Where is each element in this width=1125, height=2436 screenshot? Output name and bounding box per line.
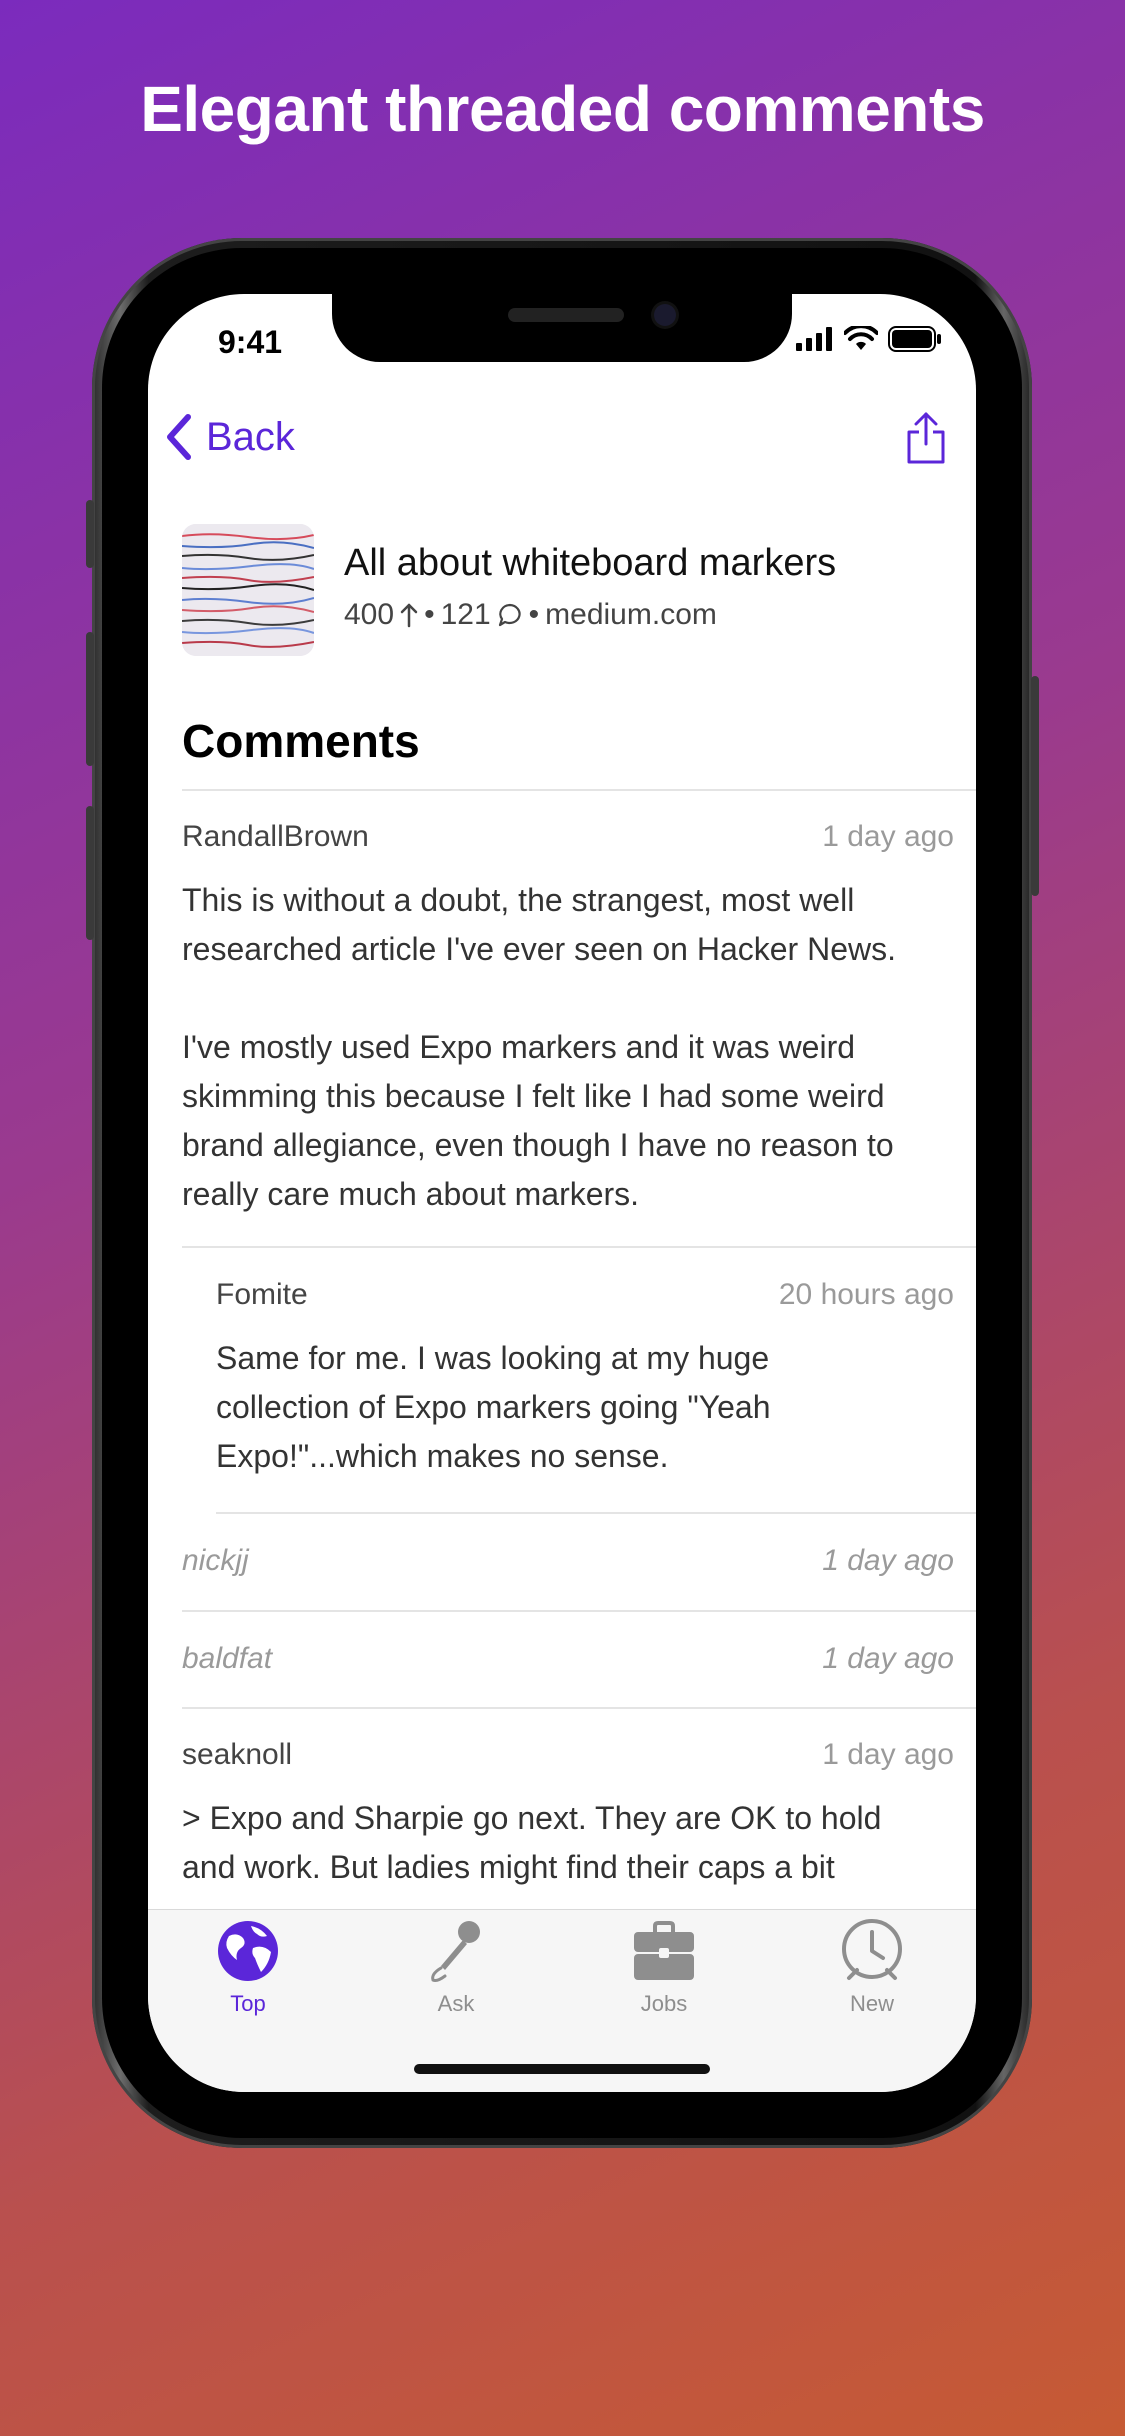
story-meta: 400 • 121 • medium.com [344,598,717,632]
back-button[interactable]: Back [166,414,295,460]
comments-count: 121 [440,598,491,631]
story-domain: medium.com [545,598,717,631]
tab-label: Jobs [640,1991,688,2016]
story-thumbnail [182,524,314,656]
speaker [508,308,624,322]
tab-label: Top [230,1991,266,2016]
mute-switch [86,500,94,568]
tab-ask[interactable]: Ask [396,1918,516,2017]
globe-icon [218,1921,278,1981]
points-count: 400 [344,598,395,631]
story-header[interactable]: All about whiteboard markers 400 • 121 •… [182,524,956,664]
wifi-icon [844,326,878,350]
comment-time: 1 day ago [822,1738,954,1771]
notch [332,294,792,362]
divider [182,1707,976,1709]
comment-bubble-icon [498,603,521,627]
tab-new[interactable]: New [812,1918,932,2017]
status-icons [796,324,942,354]
share-icon [907,412,945,464]
tab-label: Ask [437,1991,475,2016]
divider [182,1246,976,1248]
comment-author: nickjj [182,1544,249,1577]
arrow-up-icon [400,603,418,628]
status-time: 9:41 [218,324,283,360]
divider [182,1610,976,1612]
whiteboard-markers-image [182,524,314,656]
clock-icon [842,1919,902,1980]
comments-heading: Comments [182,715,420,767]
briefcase-icon [634,1921,694,1980]
comment-author[interactable]: Fomite [216,1278,308,1312]
comment-body: Same for me. I was looking at my huge co… [216,1340,780,1474]
back-label: Back [206,414,295,459]
comment-author[interactable]: RandallBrown [182,820,369,854]
comment-time: 20 hours ago [778,1278,954,1311]
story-title: All about whiteboard markers [344,542,837,584]
chevron-left-icon [167,414,191,460]
tab-jobs[interactable]: Jobs [604,1918,724,2017]
home-indicator[interactable] [414,2064,710,2074]
meta-separator: • [528,598,540,631]
microphone-icon [431,1921,480,1982]
headline: Elegant threaded comments [140,73,985,145]
tab-label: New [849,1991,894,2016]
comment-time: 1 day ago [822,820,954,853]
share-button[interactable] [906,412,946,469]
comment-author: baldfat [182,1642,273,1675]
comment-time: 1 day ago [822,1544,954,1577]
volume-down-button [86,806,94,940]
tab-bar: Top Ask Jobs New [148,1909,976,2092]
volume-up-button [86,632,94,766]
comment-author[interactable]: seaknoll [182,1738,292,1772]
meta-separator: • [424,598,435,631]
comment-time: 1 day ago [822,1642,954,1675]
phone-screen: 9:41 Back All about whiteboard markers 4… [148,294,976,2092]
front-camera [654,304,676,326]
comment-body: > Expo and Sharpie go next. They are OK … [182,1800,891,1885]
tab-top[interactable]: Top [188,1918,308,2017]
divider [216,1512,976,1514]
divider [182,789,976,791]
comment-body: This is without a doubt, the strangest, … [182,882,896,1212]
side-button [1031,676,1039,896]
cellular-signal-icon [796,327,832,351]
battery-icon [888,326,941,352]
